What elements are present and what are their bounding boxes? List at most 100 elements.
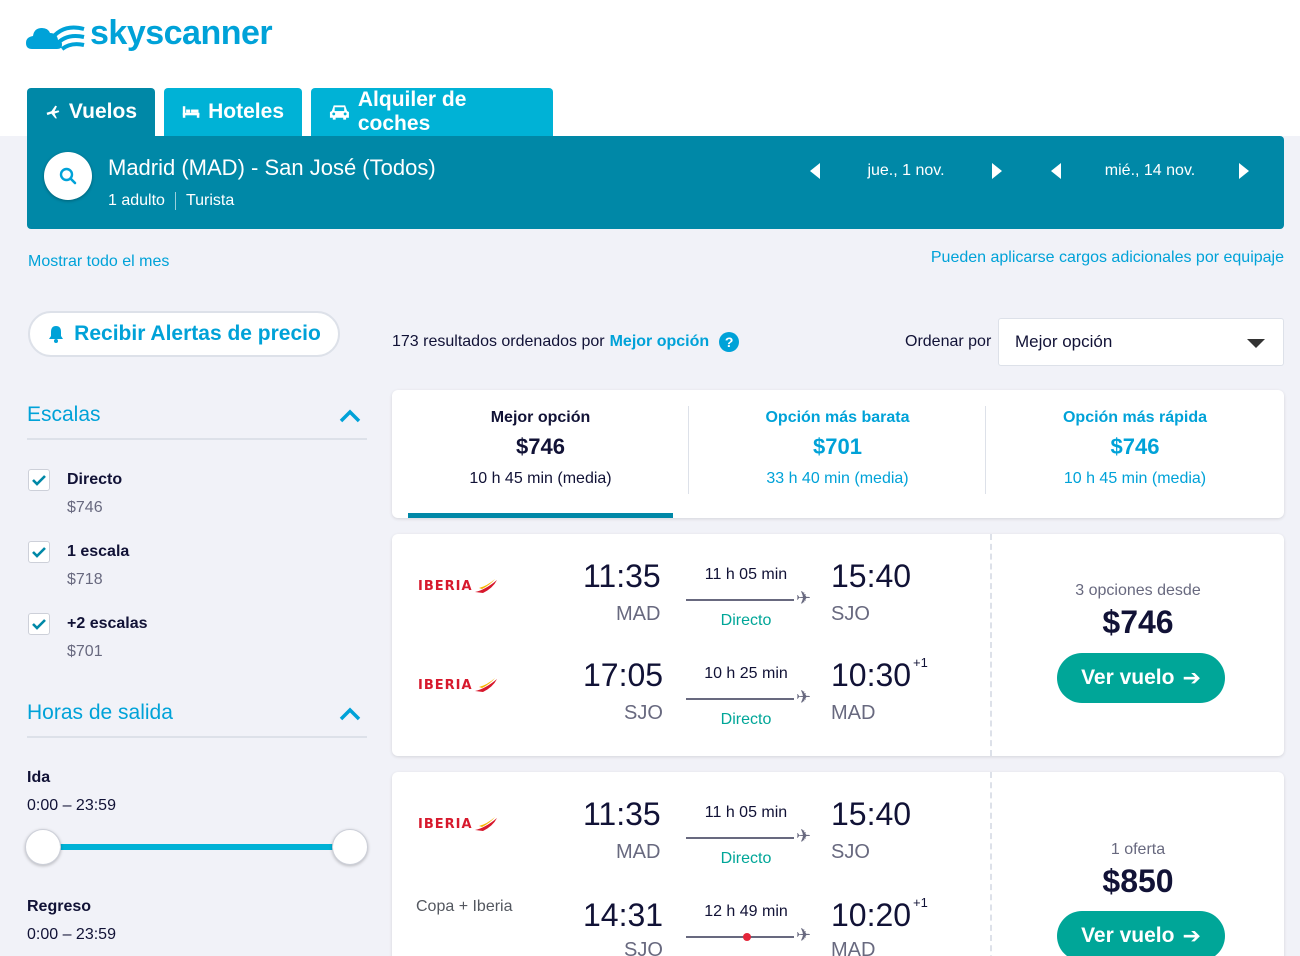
plus-day-badge: +1 — [913, 655, 928, 670]
depart-date[interactable]: jue., 1 nov. — [820, 162, 992, 180]
leg-stops: Directo — [720, 711, 772, 728]
iberia-wing-icon — [474, 579, 497, 593]
view-flight-button[interactable]: Ver vuelo ➔ — [1057, 653, 1225, 703]
leg-departure-time: 11:35 — [583, 558, 661, 594]
search-summary-bar[interactable]: Madrid (MAD) - San José (Todos) 1 adulto… — [27, 136, 1284, 229]
return-range: 0:00 – 23:59 — [27, 926, 116, 943]
sort-select[interactable]: Mejor opción — [998, 318, 1284, 366]
price-alert-button[interactable]: Recibir Alertas de precio — [28, 311, 340, 357]
stops-two-plus-label: +2 escalas — [67, 615, 148, 632]
stops-one-checkbox[interactable] — [28, 541, 50, 563]
tab-flights-label: Vuelos — [68, 100, 137, 123]
stops-direct-checkbox[interactable] — [28, 469, 50, 491]
stops-two-plus-checkbox[interactable] — [28, 613, 50, 635]
depart-next-arrow-icon[interactable] — [992, 163, 1002, 179]
help-icon[interactable]: ? — [719, 332, 740, 352]
depart-prev-arrow-icon[interactable] — [810, 163, 820, 179]
sort-select-value: Mejor opción — [1015, 332, 1113, 351]
baggage-fees-link[interactable]: Pueden aplicarse cargos adicionales por … — [931, 249, 1284, 267]
check-icon — [32, 475, 46, 486]
sort-tab-cheapest-duration: 33 h 40 min (media) — [766, 470, 909, 487]
return-next-arrow-icon[interactable] — [1239, 163, 1249, 179]
leg-stops: Directo — [720, 612, 772, 629]
tab-flights[interactable]: Vuelos — [27, 88, 155, 136]
airline-name: IBERIA — [418, 578, 473, 594]
tab-car-hire[interactable]: Alquiler de coches — [311, 88, 553, 136]
airline-logo: IBERIA — [418, 677, 499, 693]
view-flight-label: Ver vuelo — [1081, 666, 1175, 689]
stops-filter-title[interactable]: Escalas — [27, 403, 101, 427]
leg-route-line — [686, 599, 794, 601]
airline-name: Copa + Iberia — [416, 898, 513, 915]
return-date[interactable]: mié., 14 nov. — [1061, 162, 1239, 180]
leg-arrival-time: 10:20 — [831, 897, 912, 933]
departure-times-title[interactable]: Horas de salida — [27, 701, 173, 725]
selected-tab-indicator — [408, 513, 673, 518]
bell-icon — [49, 326, 64, 343]
outbound-label: Ida — [27, 769, 51, 786]
sort-tab-fastest-title: Opción más rápida — [1062, 409, 1208, 426]
leg-departure-time: 11:35 — [583, 796, 661, 832]
sort-tab-cheapest-price: $701 — [813, 434, 862, 459]
offer-summary: 1 oferta $850 — [992, 841, 1284, 900]
stops-one-label: 1 escala — [67, 543, 130, 560]
bed-icon — [182, 106, 200, 118]
skyscanner-logo[interactable]: skyscanner — [26, 14, 273, 53]
search-button[interactable] — [44, 152, 92, 200]
leg-arrival-time: 15:40 — [831, 558, 912, 594]
divider — [27, 438, 367, 440]
show-month-link[interactable]: Mostrar todo el mes — [28, 253, 169, 271]
view-flight-button[interactable]: Ver vuelo ➔ — [1057, 911, 1225, 956]
offer-summary: 3 opciones desde $746 — [992, 582, 1284, 641]
sort-highlight: Mejor opción — [609, 333, 710, 350]
view-flight-label: Ver vuelo — [1081, 924, 1175, 947]
logo-text: skyscanner — [90, 14, 273, 52]
stops-two-plus-price: $701 — [67, 643, 103, 660]
dropdown-arrow-icon — [1247, 339, 1265, 348]
leg-arrival-airport: MAD — [831, 702, 876, 724]
leg-route-line — [686, 698, 794, 700]
outbound-slider-track[interactable] — [43, 844, 350, 850]
travellers-cabin[interactable]: 1 adulto Turista — [108, 192, 234, 210]
airline-name: IBERIA — [418, 816, 473, 832]
leg-departure-airport: SJO — [624, 939, 663, 956]
leg-route-line — [686, 936, 794, 938]
stops-one-price: $718 — [67, 571, 103, 588]
outbound-slider-min-handle[interactable] — [25, 829, 61, 865]
leg-duration: 11 h 05 min — [704, 804, 788, 821]
flight-result-card[interactable]: IBERIA 11:35 MAD 11 h 05 min ✈ Directo 1… — [392, 534, 1284, 756]
sort-tab-fastest-price: $746 — [1110, 434, 1160, 459]
outbound-slider-max-handle[interactable] — [332, 829, 368, 865]
sort-tab-fastest-duration: 10 h 45 min (media) — [1063, 470, 1207, 487]
offer-price: $850 — [1102, 863, 1174, 899]
depart-date-picker: jue., 1 nov. — [810, 162, 1002, 180]
stops-collapse-chevron-icon[interactable] — [339, 409, 361, 423]
plane-icon: ✈ — [796, 687, 812, 707]
iberia-wing-icon — [474, 817, 497, 831]
tab-hotels[interactable]: Hoteles — [164, 88, 302, 136]
check-icon — [32, 547, 46, 558]
sort-tab-cheapest-title: Opción más barata — [765, 409, 910, 426]
airline-logo: IBERIA — [418, 578, 499, 594]
sort-tab-best-price: $746 — [516, 434, 565, 459]
sort-tab-cheapest[interactable]: Opción más barata $701 33 h 40 min (medi… — [689, 390, 986, 518]
flight-result-card[interactable]: IBERIA 11:35 MAD 11 h 05 min ✈ Directo 1… — [392, 772, 1284, 956]
departure-collapse-chevron-icon[interactable] — [339, 707, 361, 721]
leg-route-line — [686, 837, 794, 839]
leg-duration: 10 h 25 min — [704, 665, 788, 682]
leg-arrival-airport: MAD — [831, 939, 876, 956]
car-icon — [329, 105, 349, 120]
leg-arrival-airport: SJO — [831, 603, 870, 625]
return-label: Regreso — [27, 898, 92, 915]
sort-tab-best[interactable]: Mejor opción $746 10 h 45 min (media) — [392, 390, 689, 518]
route-text[interactable]: Madrid (MAD) - San José (Todos) — [108, 155, 436, 181]
leg-arrival-airport: SJO — [831, 841, 870, 863]
stops-direct-price: $746 — [67, 499, 103, 516]
sort-tab-fastest[interactable]: Opción más rápida $746 10 h 45 min (medi… — [986, 390, 1284, 518]
plane-icon: ✈ — [796, 925, 812, 945]
return-prev-arrow-icon[interactable] — [1051, 163, 1061, 179]
leg-departure-airport: SJO — [624, 702, 663, 724]
offer-count: 1 oferta — [1110, 841, 1166, 858]
leg-arrival-time: 15:40 — [831, 796, 912, 832]
tab-car-hire-label: Alquiler de coches — [357, 88, 467, 135]
